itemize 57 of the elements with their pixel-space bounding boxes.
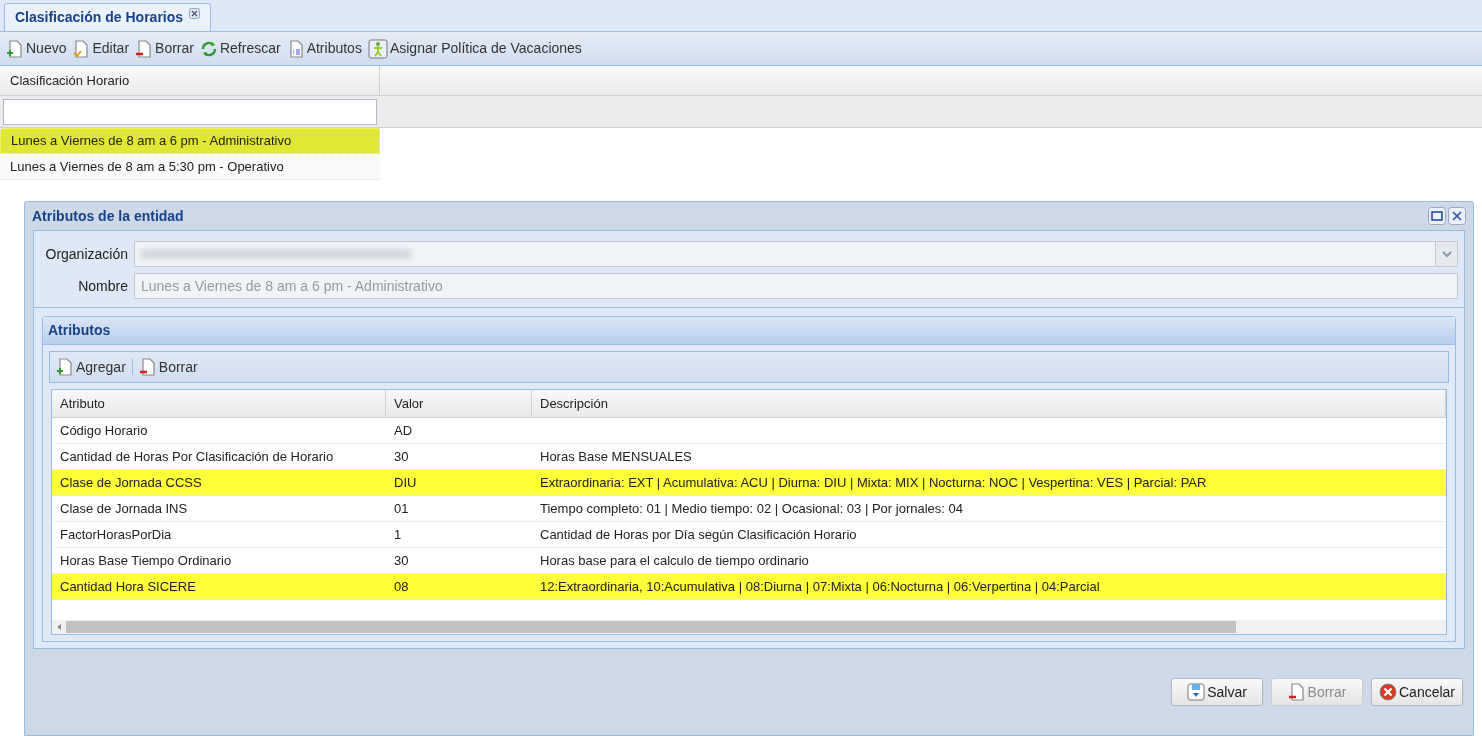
- table-cell-text: 12:Extraordinaria, 10:Acumulativa | 08:Diurna | 07:Mixta | 06:Nocturna | 06:Verpertina | 04:Parcial: [540, 577, 1100, 596]
- list-row[interactable]: Lunes a Viernes de 8 am a 6 pm - Administrativo: [0, 128, 380, 154]
- person-icon: [367, 38, 388, 59]
- table-cell-text: Cantidad Hora SICERE: [60, 577, 196, 596]
- table-cell-text: Horas Base Tiempo Ordinario: [60, 551, 232, 570]
- table-cell-text: AD: [394, 421, 413, 440]
- table-cell-text: Extraordinaria: EXT | Acumulativa: ACU | Diurna: DIU | Mixta: MIX | Nocturna: NOC | Vespertina: VES | Parcial: PAR: [540, 473, 1207, 492]
- dialog-button[interactable]: Salvar: [1171, 678, 1263, 706]
- field-label: Organización: [44, 244, 128, 264]
- table-cell-text: Horas Base MENSUALES: [540, 447, 692, 466]
- delete-document-icon: [138, 357, 157, 377]
- table-cell-text: Tiempo completo: 01 | Medio tiempo: 02 | Ocasional: 03 | Por jornales: 04: [540, 499, 963, 518]
- table-cell-text: Clase de Jornada INS: [60, 499, 188, 518]
- table-cell-text: Cantidad de Horas por Día según Clasificación Horario: [540, 525, 857, 544]
- toolbar-button[interactable]: Agregar: [56, 356, 126, 378]
- delete-document-icon: [1287, 682, 1306, 702]
- table-cell-text: Cantidad de Horas Por Clasificación de Horario: [60, 447, 334, 466]
- horizontal-scrollbar[interactable]: [52, 620, 1446, 634]
- filter-field[interactable]: [3, 98, 377, 125]
- dialog-title: Atributos de la entidad: [32, 206, 184, 226]
- table-cell-text: Código Horario: [60, 421, 148, 440]
- list-row[interactable]: Lunes a Viernes de 8 am a 5:30 pm - Operativo: [0, 154, 380, 180]
- table-cell-text: 1: [394, 525, 402, 544]
- toolbar-button[interactable]: Borrar: [138, 356, 198, 378]
- close-icon[interactable]: [1448, 207, 1466, 225]
- chevron-down-icon: [1441, 250, 1452, 258]
- column-header[interactable]: Valor: [386, 390, 532, 417]
- table-cell-text: Clase de Jornada CCSS: [60, 473, 202, 492]
- field-label: Nombre: [77, 276, 128, 296]
- tab[interactable]: Clasificación de Horarios: [4, 3, 212, 31]
- column-header[interactable]: Atributo: [52, 390, 386, 417]
- toolbar-button[interactable]: Nuevo: [6, 38, 67, 59]
- toolbar-button[interactable]: Editar: [72, 38, 130, 59]
- close-icon[interactable]: [189, 8, 201, 19]
- table-cell-text: 08: [394, 577, 409, 596]
- toolbar-button[interactable]: Borrar: [135, 38, 194, 59]
- toolbar-button[interactable]: Asignar Política de Vacaciones: [367, 38, 582, 59]
- table-row[interactable]: Cantidad Hora SICERE 08 12:Extraordinaria, 10:Acumulativa | 08:Diurna | 07:Mixta | 06:Nocturna | 06:Verpertina | 04:Parcial: [52, 574, 1446, 600]
- toolbar-button[interactable]: Refrescar: [199, 38, 281, 59]
- new-document-icon: [56, 357, 74, 377]
- table-cell-text: 30: [394, 551, 409, 570]
- table-cell-text: Horas base para el calculo de tiempo ordinario: [540, 551, 809, 570]
- edit-document-icon: [72, 38, 91, 59]
- panel-header: Atributos: [43, 317, 1455, 345]
- table-cell-text: 30: [394, 447, 409, 466]
- delete-document-icon: [135, 38, 154, 59]
- table-row[interactable]: Clase de Jornada CCSS DIU Extraordinaria: EXT | Acumulativa: ACU | Diurna: DIU | Mixta: MIX | Nocturna: NOC | Vespertina: VES | Parcial: PAR: [52, 470, 1446, 496]
- column-header[interactable]: Descripción: [532, 390, 1446, 417]
- table-cell-text: 01: [394, 499, 409, 518]
- refresh-icon: [199, 39, 218, 58]
- new-document-icon: [6, 38, 24, 59]
- maximize-icon[interactable]: [1428, 207, 1446, 225]
- dialog-button[interactable]: Cancelar: [1371, 678, 1463, 706]
- table-cell-text: DIU: [394, 473, 417, 492]
- toolbar-button[interactable]: Atributos: [286, 38, 362, 59]
- table-cell-text: FactorHorasPorDia: [60, 525, 172, 544]
- cancel-icon: [1379, 683, 1397, 701]
